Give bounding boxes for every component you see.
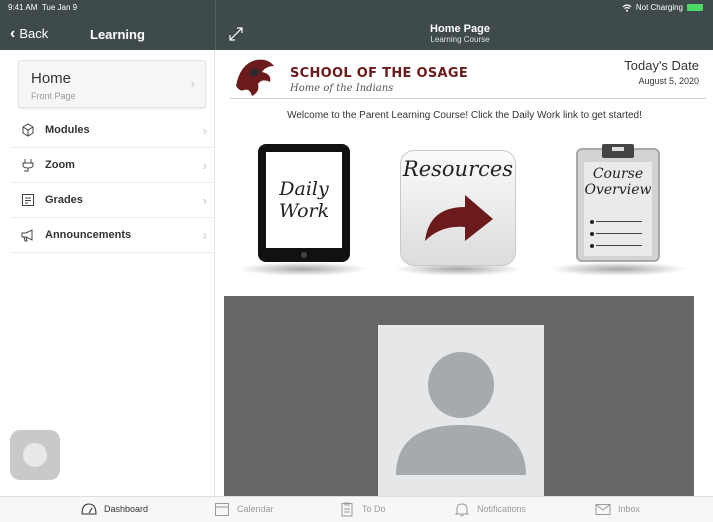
resources-label: Resources [402,157,514,181]
status-time: 9:41 AM Tue Jan 9 [8,3,77,12]
chevron-left-icon: ‹ [10,24,16,42]
person-icon [396,352,526,475]
wifi-icon [622,3,632,12]
date-value: August 5, 2020 [638,76,699,86]
page-title: Home Page [430,23,490,35]
sidebar-item-zoom[interactable]: Zoom › [10,148,215,183]
sidebar-item-label: Modules [45,124,90,136]
status-time-text: 9:41 AM [8,3,38,12]
envelope-icon [595,504,611,515]
tab-label: To Do [362,504,386,514]
back-label: Back [19,26,49,41]
tab-inbox[interactable]: Inbox [594,501,640,517]
sidebar-item-grades[interactable]: Grades › [10,183,215,218]
bullet-line [596,245,642,246]
avatar-placeholder [378,325,544,496]
clipboard-icon: Course Overview [576,144,660,262]
bell-icon [454,503,470,517]
chevron-right-icon: › [202,122,207,138]
tab-dashboard[interactable]: Dashboard [80,501,148,517]
course-overview-label: Course Overview [584,166,652,198]
status-right: Not Charging [622,3,703,12]
clipboard-paper: Course Overview [584,162,652,256]
bullet-dot [590,220,594,224]
tab-label: Inbox [618,504,641,514]
sidebar-item-modules[interactable]: Modules › [10,113,215,148]
assistive-touch-button[interactable] [10,430,60,480]
tile-shadow [238,262,368,276]
tile-shadow [548,262,688,276]
charging-status: Not Charging [635,3,683,12]
chevron-right-icon: › [202,227,207,243]
bullet-line [596,233,642,234]
sidebar-item-announcements[interactable]: Announcements › [10,218,215,253]
school-name: SCHOOL OF THE OSAGE [290,66,469,81]
course-overview-tile[interactable]: Course Overview [548,144,688,276]
tab-todo[interactable]: To Do [338,501,386,517]
section-title: Learning [90,27,145,42]
tab-label: Notifications [477,504,527,514]
video-area[interactable] [224,296,694,496]
date-label: Today's Date [624,58,699,73]
sidebar-item-label: Grades [45,194,83,206]
tab-notifications[interactable]: Notifications [453,501,526,517]
tablet-icon: Daily Work [258,144,350,262]
header-divider-line [230,98,706,99]
school-tagline: Home of the Indians [290,83,394,94]
header-divider [215,0,216,50]
sidebar-item-label: Zoom [45,159,75,171]
expand-icon[interactable] [228,26,244,42]
daily-work-tile[interactable]: Daily Work [238,144,368,276]
sidebar: Home Front Page › Modules › Zoom › Grade… [0,50,215,496]
tab-calendar[interactable]: Calendar [213,501,274,517]
status-date-text: Tue Jan 9 [41,3,78,12]
top-bar: 9:41 AM Tue Jan 9 Not Charging ‹ Back Le… [0,0,713,50]
tablet-home-button [301,252,307,258]
main-content: SCHOOL OF THE OSAGE Home of the Indians … [216,50,713,496]
bullet-dot [590,232,594,236]
welcome-message: Welcome to the Parent Learning Course! C… [287,110,642,121]
home-label: Home [31,70,72,87]
chevron-right-icon: › [190,76,195,91]
bottom-tab-bar: Dashboard Calendar To Do Notifications I… [0,496,713,522]
daily-work-label: Daily Work [266,152,342,248]
chevron-right-icon: › [202,157,207,173]
calendar-icon [215,503,229,516]
tab-label: Dashboard [104,504,149,514]
modules-icon [22,123,34,137]
bullet-line [596,221,642,222]
grades-icon [22,194,34,206]
chevron-right-icon: › [202,192,207,208]
sidebar-item-label: Announcements [45,229,132,241]
page-title-block: Home Page Learning Course [360,23,560,44]
plug-icon [22,159,34,172]
tab-label: Calendar [237,504,274,514]
clipboard-list-icon [341,502,353,517]
curved-arrow-icon [425,195,493,241]
clipboard-clamp [602,144,634,158]
resources-tile[interactable]: Resources [394,146,522,276]
megaphone-icon [21,229,33,242]
battery-icon [687,4,703,11]
dashboard-icon [81,503,97,515]
bullet-dot [590,244,594,248]
back-button[interactable]: ‹ Back [10,24,49,42]
resources-button-face: Resources [400,150,516,266]
page-subtitle: Learning Course [430,35,490,44]
sidebar-item-home[interactable]: Home Front Page › [18,60,206,108]
sidebar-menu: Modules › Zoom › Grades › Announcements … [10,113,215,253]
indian-headdress-logo [236,59,274,96]
home-sublabel: Front Page [31,91,76,101]
